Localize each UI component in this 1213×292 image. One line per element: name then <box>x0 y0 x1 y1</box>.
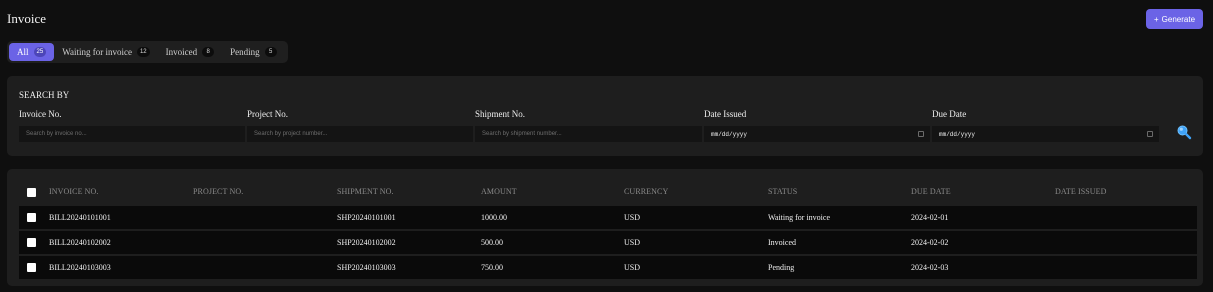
due-date-cell: 2024-02-02 <box>911 238 949 247</box>
date-issued-input[interactable]: mm/dd/yyyy <box>704 126 930 142</box>
shipment-no-cell: SHP20240103003 <box>337 263 396 272</box>
calendar-icon[interactable] <box>918 131 924 137</box>
date-issued-label: Date Issued <box>704 109 747 119</box>
tab-all[interactable]: All 25 <box>9 43 55 61</box>
status-tabs: All 25 Waiting for invoice 12 Invoiced 8… <box>7 41 288 63</box>
tab-invoiced[interactable]: Invoiced 8 <box>158 43 223 61</box>
search-icon[interactable] <box>1176 124 1192 140</box>
status-cell: Pending <box>768 263 795 272</box>
invoice-no-cell: BILL20240101001 <box>49 213 111 222</box>
column-header: CURRENCY <box>624 187 669 196</box>
currency-cell: USD <box>624 263 641 272</box>
amount-cell: 1000.00 <box>481 213 507 222</box>
tab-count-badge: 8 <box>202 47 215 57</box>
invoice-no-cell: BILL20240102002 <box>49 238 111 247</box>
column-header: AMOUNT <box>481 187 517 196</box>
tab-count-badge: 25 <box>33 47 47 57</box>
row-checkbox[interactable] <box>27 238 36 247</box>
amount-cell: 500.00 <box>481 238 503 247</box>
tab-pending[interactable]: Pending 5 <box>222 43 285 61</box>
due-date-input[interactable]: mm/dd/yyyy <box>932 126 1159 142</box>
table-row[interactable]: BILL20240103003 SHP20240103003 750.00 US… <box>19 256 1197 279</box>
project-no-placeholder: Search by project number... <box>254 131 328 137</box>
due-date-value: mm/dd/yyyy <box>939 130 976 138</box>
shipment-no-label: Shipment No. <box>475 109 526 119</box>
currency-cell: USD <box>624 238 641 247</box>
table-header: INVOICE NO. PROJECT NO. SHIPMENT NO. AMO… <box>7 183 1203 199</box>
column-header: INVOICE NO. <box>49 187 99 196</box>
column-header: PROJECT NO. <box>193 187 244 196</box>
invoice-no-cell: BILL20240103003 <box>49 263 111 272</box>
top-bar: Invoice + Generate <box>0 0 1213 38</box>
shipment-no-cell: SHP20240101001 <box>337 213 396 222</box>
tab-count-badge: 5 <box>264 47 277 57</box>
plus-icon: + <box>1153 14 1159 24</box>
shipment-no-placeholder: Search by shipment number... <box>482 131 562 137</box>
invoice-no-label: Invoice No. <box>19 109 62 119</box>
invoice-no-input[interactable]: Search by invoice no... <box>19 126 245 142</box>
column-header: STATUS <box>768 187 798 196</box>
column-header: SHIPMENT NO. <box>337 187 394 196</box>
column-header: DUE DATE <box>911 187 951 196</box>
row-checkbox[interactable] <box>27 213 36 222</box>
status-cell: Waiting for invoice <box>768 213 831 222</box>
calendar-icon[interactable] <box>1147 131 1153 137</box>
search-panel: SEARCH BY Invoice No. Project No. Shipme… <box>7 76 1203 156</box>
page-title: Invoice <box>7 11 46 26</box>
currency-cell: USD <box>624 213 641 222</box>
amount-cell: 750.00 <box>481 263 503 272</box>
generate-button[interactable]: + Generate <box>1146 9 1203 29</box>
generate-button-label: Generate <box>1161 14 1196 24</box>
row-checkbox[interactable] <box>27 263 36 272</box>
tab-count-badge: 12 <box>136 47 150 57</box>
tab-label: Pending <box>230 47 260 57</box>
due-date-label: Due Date <box>932 109 967 119</box>
tab-waiting-for-invoice[interactable]: Waiting for invoice 12 <box>54 43 157 61</box>
tab-label: Waiting for invoice <box>62 47 132 57</box>
shipment-no-input[interactable]: Search by shipment number... <box>475 126 702 142</box>
status-cell: Invoiced <box>768 238 796 247</box>
table-row[interactable]: BILL20240102002 SHP20240102002 500.00 US… <box>19 231 1197 254</box>
table-row[interactable]: BILL20240101001 SHP20240101001 1000.00 U… <box>19 206 1197 229</box>
date-issued-value: mm/dd/yyyy <box>711 130 748 138</box>
shipment-no-cell: SHP20240102002 <box>337 238 396 247</box>
select-all-checkbox[interactable] <box>27 188 36 197</box>
invoice-no-placeholder: Search by invoice no... <box>26 131 87 137</box>
due-date-cell: 2024-02-03 <box>911 263 949 272</box>
tab-label: Invoiced <box>165 47 198 57</box>
column-header: DATE ISSUED <box>1055 187 1107 196</box>
invoice-table: INVOICE NO. PROJECT NO. SHIPMENT NO. AMO… <box>7 169 1203 286</box>
project-no-label: Project No. <box>247 109 288 119</box>
tab-label: All <box>17 47 29 57</box>
search-heading: SEARCH BY <box>19 90 70 100</box>
project-no-input[interactable]: Search by project number... <box>247 126 473 142</box>
due-date-cell: 2024-02-01 <box>911 213 949 222</box>
